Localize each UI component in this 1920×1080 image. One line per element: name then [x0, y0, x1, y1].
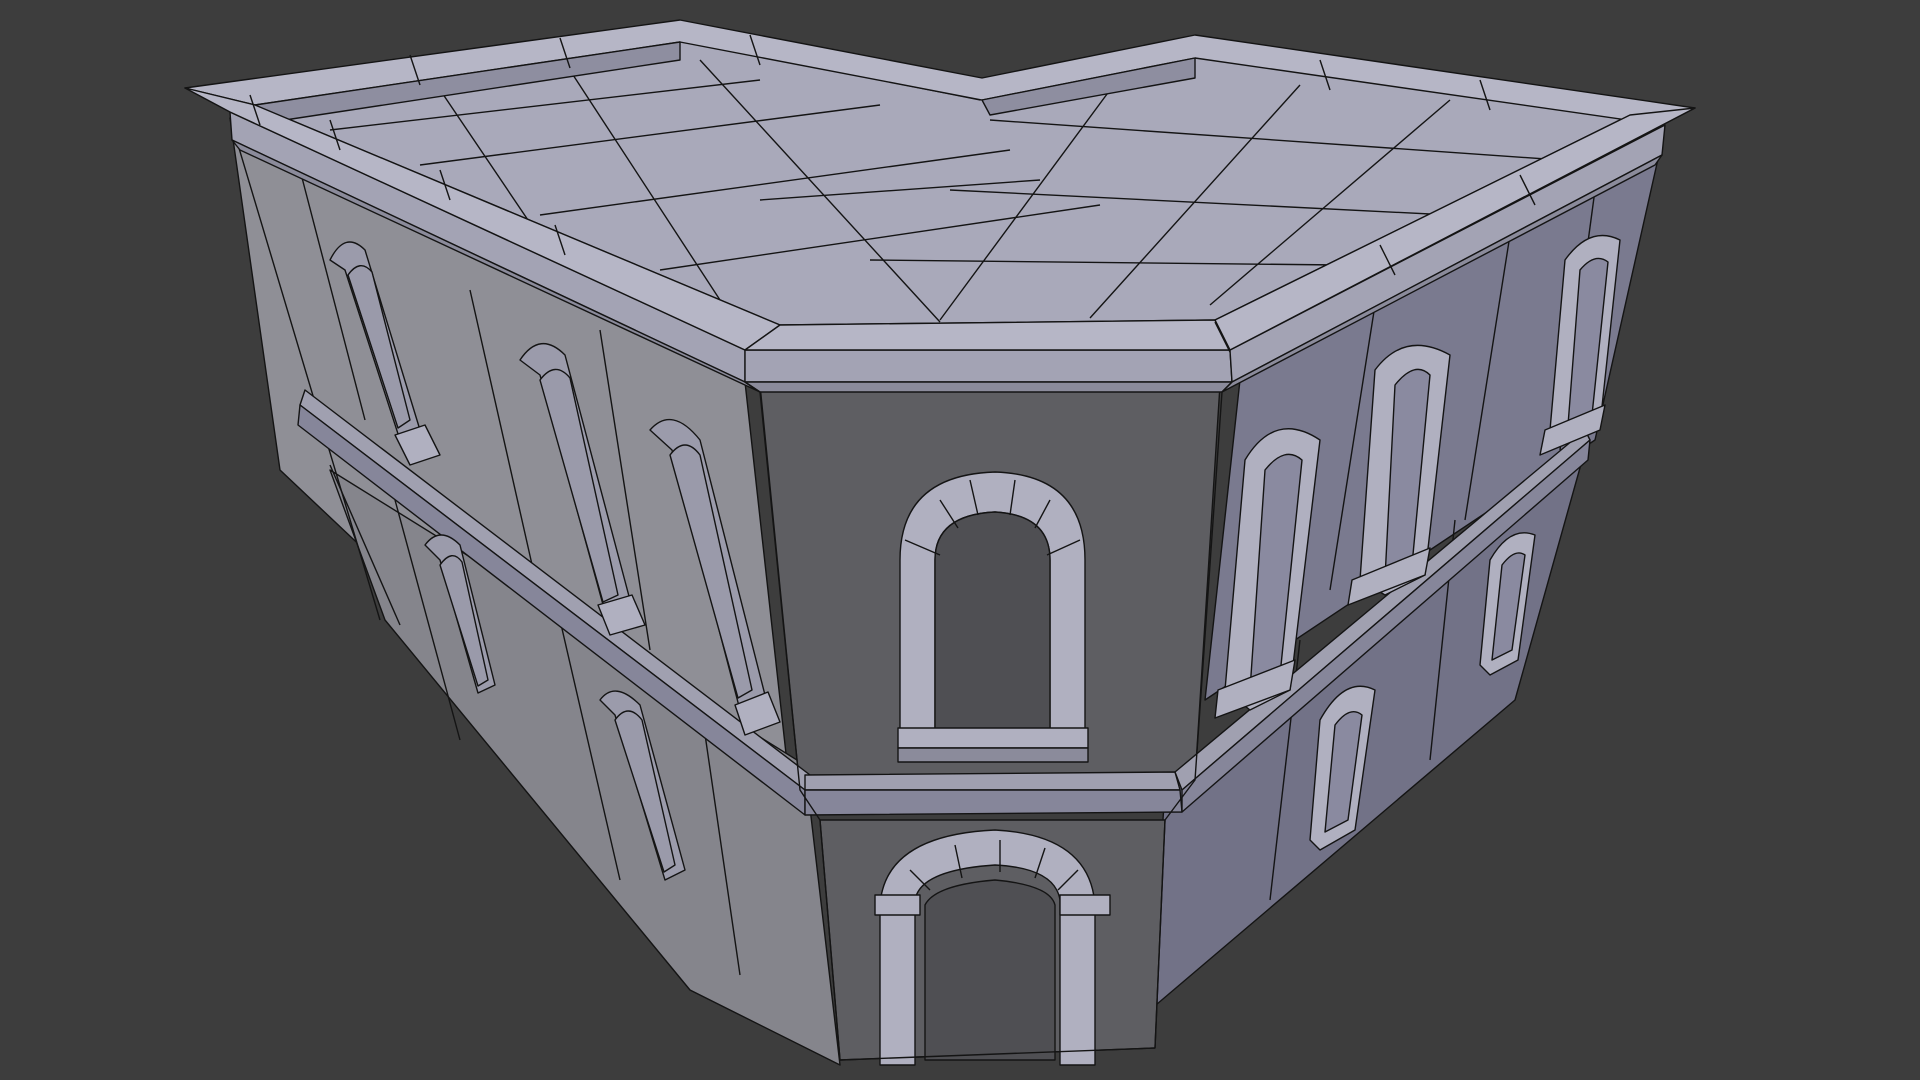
- front-door-arch: [874, 829, 1111, 1066]
- front-upper-arch-window: [897, 471, 1089, 763]
- building-model[interactable]: [0, 0, 1920, 1080]
- 3d-viewport[interactable]: [0, 0, 1920, 1080]
